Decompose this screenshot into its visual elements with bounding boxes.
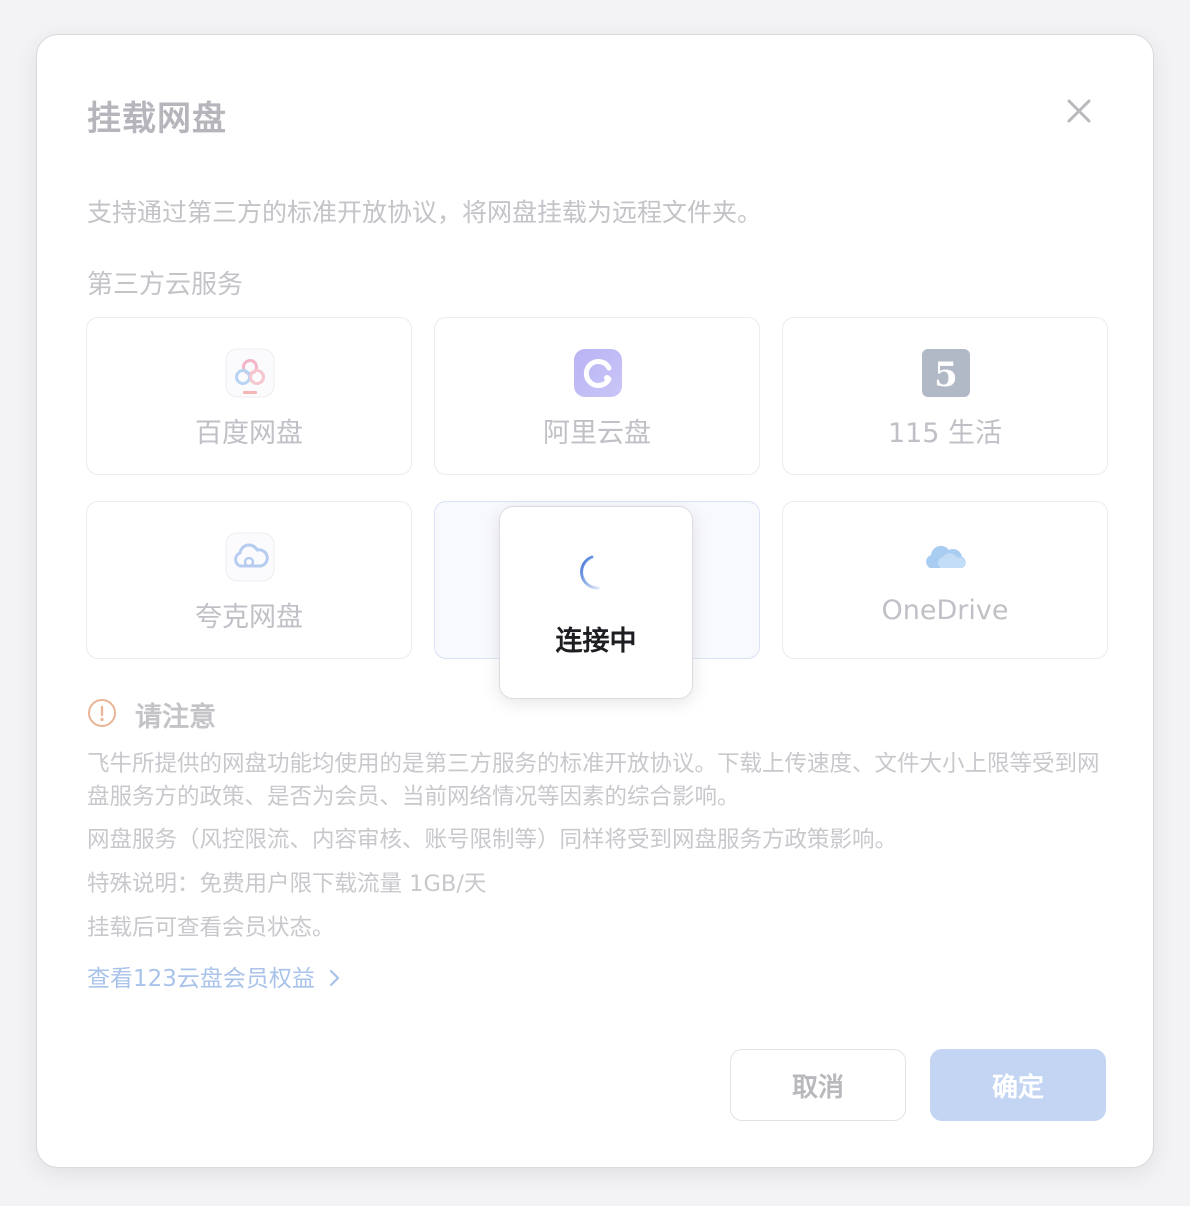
quark-netdisk-icon [225,532,275,582]
aliyun-drive-icon [573,348,623,398]
notice-heading: 请注意 [135,702,216,733]
notice-paragraph: 特殊说明：免费用户限下载流量 1GB/天 [87,871,487,897]
service-card-quark[interactable]: 夸克网盘 [86,501,412,659]
notice-paragraph: 飞牛所提供的网盘功能均使用的是第三方服务的标准开放协议。下载上传速度、文件大小上… [87,751,1100,810]
baidu-netdisk-icon [225,348,275,398]
chevron-right-icon [330,969,340,987]
service-card-115[interactable]: 5 115 生活 [782,317,1108,475]
confirm-button[interactable]: 确定 [930,1049,1106,1121]
onedrive-icon [921,532,971,582]
svg-text:5: 5 [934,355,958,395]
cancel-button[interactable]: 取消 [730,1049,906,1121]
mount-netdisk-dialog: 挂载网盘 支持通过第三方的标准开放协议，将网盘挂载为远程文件夹。 第三方云服务 … [36,34,1154,1168]
dialog-title: 挂载网盘 [87,99,227,139]
loading-label: 连接中 [555,626,637,657]
service-label: OneDrive [881,595,1009,626]
service-label: 百度网盘 [195,418,303,449]
notice-paragraph: 挂载后可查看会员状态。 [87,915,335,941]
service-label: 115 生活 [887,418,1003,449]
section-label: 第三方云服务 [87,270,244,300]
spinner-icon [572,553,612,593]
notice-paragraph: 网盘服务（风控限流、内容审核、账号限制等）同样将受到网盘服务方政策影响。 [87,827,898,853]
service-label: 阿里云盘 [543,418,651,449]
service-card-baidu[interactable]: 百度网盘 [86,317,412,475]
service-label: 夸克网盘 [195,602,303,633]
service-card-onedrive[interactable]: OneDrive [782,501,1108,659]
service-card-aliyun[interactable]: 阿里云盘 [434,317,760,475]
loading-toast: 连接中 [499,506,693,699]
member-benefits-link[interactable]: 查看123云盘会员权益 [87,959,342,993]
115-life-icon: 5 [921,348,971,398]
close-icon[interactable] [1061,93,1097,129]
dialog-description: 支持通过第三方的标准开放协议，将网盘挂载为远程文件夹。 [87,198,763,227]
